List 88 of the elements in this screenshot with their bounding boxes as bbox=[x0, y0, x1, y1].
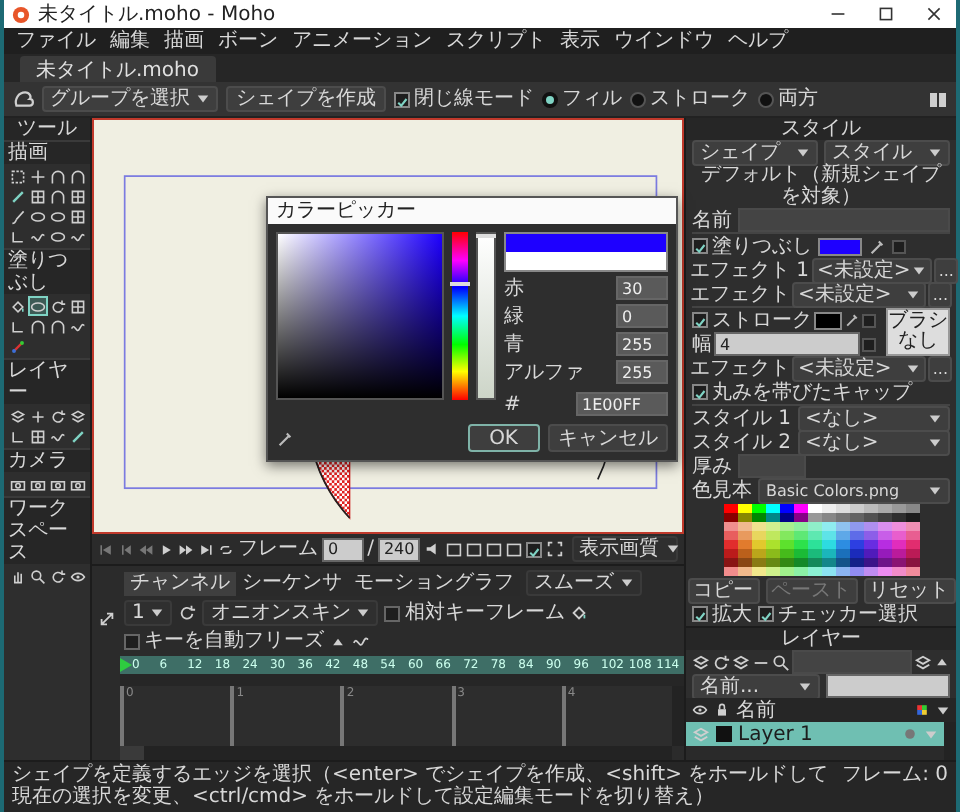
menu-item[interactable]: ヘルプ bbox=[728, 30, 788, 52]
onion-skin-dropdown[interactable]: オニオンスキン bbox=[202, 600, 379, 626]
palette-button[interactable]: コピー bbox=[687, 577, 759, 603]
mode-dropdown[interactable]: シェイプ bbox=[692, 139, 818, 165]
checkbox[interactable]: ストローク bbox=[692, 309, 812, 331]
swatches-dropdown[interactable]: Basic Colors.png bbox=[758, 477, 950, 503]
field-label: 厚み bbox=[692, 455, 732, 477]
quality-dropdown[interactable]: 表示画質 bbox=[571, 536, 678, 562]
cancel-button[interactable]: キャンセル bbox=[548, 424, 668, 452]
step-dropdown[interactable]: 1 bbox=[124, 600, 173, 626]
document-tab[interactable]: 未タイトル.moho bbox=[20, 56, 215, 82]
end-frame-field[interactable]: 240 bbox=[377, 537, 419, 561]
layer-row[interactable]: Layer 1 bbox=[686, 722, 944, 746]
more-button[interactable]: ... bbox=[928, 355, 952, 381]
frame-indicator: フレーム: 0 bbox=[842, 764, 948, 786]
menu-item[interactable]: 編集 bbox=[110, 30, 150, 52]
document-canvas[interactable]: カラーピッカー 赤 30 緑 0 青 255 アルファ 255 # 1E00FF OK キャンセル bbox=[92, 118, 684, 534]
checkbox[interactable]: 拡大 bbox=[692, 603, 752, 625]
field-label: 緑 bbox=[504, 305, 524, 327]
timeline-tab[interactable]: チャンネル bbox=[124, 571, 236, 595]
radio-button[interactable]: 両方 bbox=[758, 88, 818, 110]
field-label: スタイル 2 bbox=[692, 431, 792, 453]
field-label: エフェクト bbox=[690, 357, 790, 379]
section-label: 描画 bbox=[4, 140, 90, 164]
separator: / bbox=[367, 538, 374, 560]
input-field[interactable]: 0 bbox=[616, 304, 668, 328]
radio-button[interactable]: フィル bbox=[542, 88, 622, 110]
more-button[interactable]: ... bbox=[928, 281, 952, 307]
field-label: 青 bbox=[504, 333, 524, 355]
field-label: 名前 bbox=[692, 209, 732, 231]
field-label: 幅 bbox=[692, 333, 712, 355]
checkbox[interactable]: 丸みを帯びたキャップ bbox=[692, 381, 912, 403]
checkbox[interactable]: 塗りつぶし bbox=[692, 235, 812, 257]
field-label: エフェクト bbox=[690, 283, 790, 305]
effect-dropdown[interactable]: <未設定> bbox=[792, 355, 927, 381]
input-field[interactable]: 255 bbox=[616, 360, 668, 384]
frame-label: フレーム bbox=[238, 538, 318, 560]
frame-field[interactable]: 0 bbox=[322, 537, 364, 561]
section-label: カメラ bbox=[4, 448, 90, 472]
effect-dropdown[interactable]: <未設定> bbox=[811, 257, 933, 283]
status-message: シェイプを定義するエッジを選択（<enter> でシェイプを作成、<shift> をホールドして現在の選択を変更、<ctrl/cmd> をホールドして設定編集モードを切り替え） bbox=[12, 764, 829, 808]
checkbox[interactable]: 相対キーフレーム bbox=[384, 602, 565, 624]
input-field[interactable]: 30 bbox=[616, 276, 668, 300]
create-shape-button[interactable]: シェイプを作成 bbox=[226, 86, 386, 112]
field-label: 赤 bbox=[504, 277, 524, 299]
width-field[interactable]: 4 bbox=[714, 332, 860, 356]
group-select-dropdown[interactable]: グループを選択 bbox=[42, 86, 218, 112]
timeline-tab[interactable]: シーケンサ bbox=[236, 571, 348, 595]
panel-title: ツール bbox=[4, 118, 90, 140]
panel-title: レイヤー bbox=[686, 628, 956, 650]
field-label: エフェクト 1 bbox=[690, 259, 810, 281]
input-field[interactable]: 255 bbox=[616, 332, 668, 356]
menu-item[interactable]: スクリプト bbox=[446, 30, 546, 52]
field-label: # bbox=[504, 393, 521, 415]
menu-item[interactable]: ファイル bbox=[16, 30, 96, 52]
menu-item[interactable]: ボーン bbox=[218, 30, 278, 52]
menu-item[interactable]: アニメーション bbox=[292, 30, 432, 52]
section-label: 塗りつぶし bbox=[4, 248, 90, 294]
menu-item[interactable]: 表示 bbox=[560, 30, 600, 52]
dialog-title: カラーピッカー bbox=[268, 198, 676, 224]
radio-button[interactable]: ストローク bbox=[630, 88, 750, 110]
checkbox[interactable]: 閉じ線モード bbox=[394, 88, 534, 110]
style-dropdown[interactable]: <なし> bbox=[797, 429, 950, 455]
more-button[interactable]: ... bbox=[934, 257, 958, 283]
no-brush-button[interactable]: ブラシなし bbox=[886, 308, 950, 356]
field-label: スタイル 1 bbox=[692, 407, 792, 429]
menu-item[interactable]: ウインドウ bbox=[614, 30, 714, 52]
checkbox[interactable]: チェッカー選択 bbox=[758, 603, 918, 625]
style-dropdown[interactable]: <なし> bbox=[797, 405, 950, 431]
panel-title: スタイル bbox=[686, 118, 956, 140]
timeline-tab[interactable]: モーショングラフ bbox=[348, 571, 520, 595]
field-label: アルファ bbox=[504, 361, 584, 383]
interpolation-dropdown[interactable]: スムーズ bbox=[526, 570, 642, 596]
filter-dropdown[interactable]: 名前... bbox=[692, 673, 820, 699]
column-header: 名前 bbox=[736, 699, 778, 721]
input-field[interactable]: 1E00FF bbox=[576, 392, 668, 416]
palette-button[interactable]: リセット bbox=[863, 577, 955, 603]
section-label: レイヤー bbox=[4, 358, 90, 404]
field-label: 色見本 bbox=[692, 479, 752, 501]
layer-name: Layer 1 bbox=[738, 723, 815, 745]
caption: デフォルト（新規シェイプを対象） bbox=[699, 164, 944, 208]
effect-dropdown[interactable]: <未設定> bbox=[792, 281, 927, 307]
menu-item[interactable]: 描画 bbox=[164, 30, 204, 52]
checkbox[interactable]: キーを自動フリーズ bbox=[124, 630, 324, 652]
mode-dropdown[interactable]: スタイル bbox=[824, 139, 950, 165]
ok-button[interactable]: OK bbox=[467, 424, 540, 452]
section-label: ワークスペース bbox=[4, 496, 90, 564]
window-title: 未タイトル.moho - Moho bbox=[38, 3, 276, 25]
